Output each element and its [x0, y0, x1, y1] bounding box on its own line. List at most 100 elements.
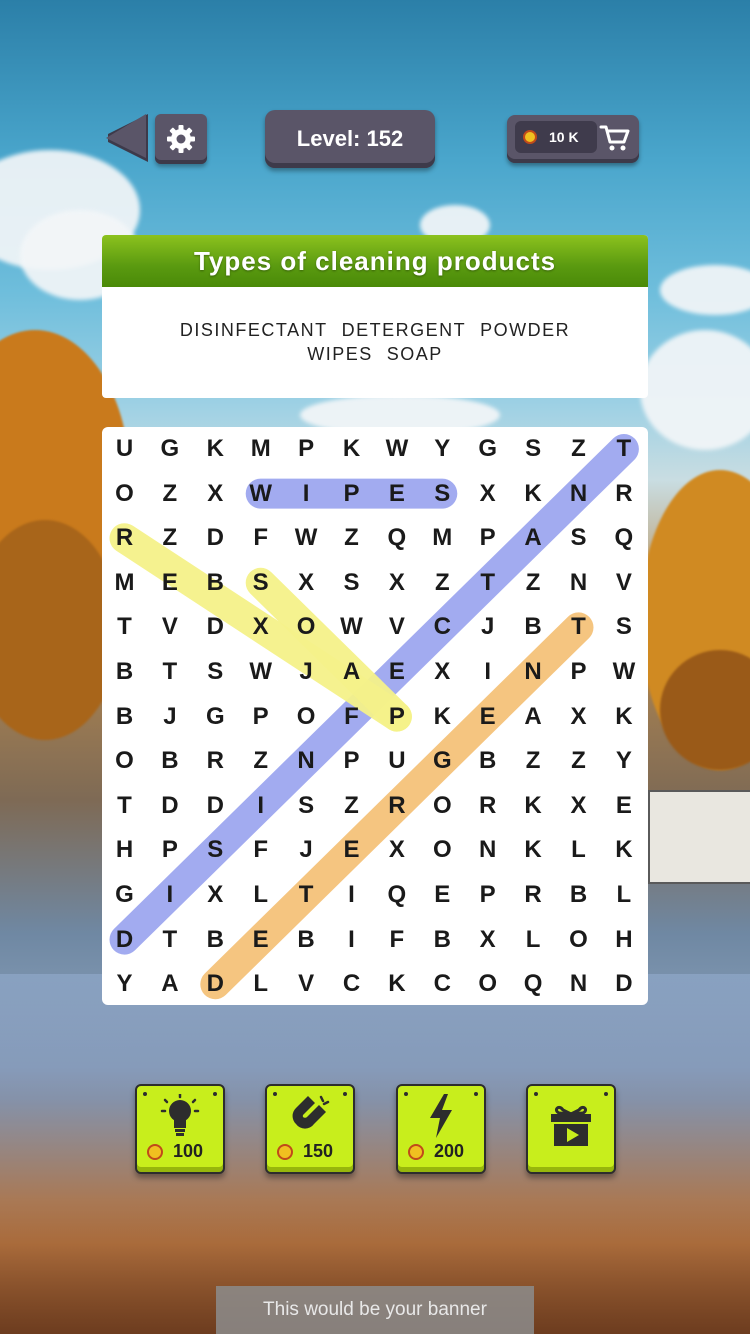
- grid-cell[interactable]: K: [193, 427, 237, 471]
- letter-grid[interactable]: UGKMPKWYGSZTOZXWIPESXKNRRZDFWZQMPASQMEBS…: [102, 427, 648, 1005]
- grid-cell[interactable]: Y: [602, 739, 646, 783]
- grid-cell[interactable]: Q: [375, 873, 419, 917]
- grid-cell[interactable]: M: [420, 516, 464, 560]
- grid-cell[interactable]: Z: [557, 427, 601, 471]
- grid-cell[interactable]: Y: [103, 962, 147, 1006]
- grid-cell[interactable]: P: [330, 472, 374, 516]
- grid-cell[interactable]: S: [557, 516, 601, 560]
- grid-cell[interactable]: T: [466, 561, 510, 605]
- grid-cell[interactable]: Q: [375, 516, 419, 560]
- grid-cell[interactable]: W: [284, 516, 328, 560]
- grid-cell[interactable]: K: [375, 962, 419, 1006]
- grid-cell[interactable]: J: [284, 828, 328, 872]
- grid-cell[interactable]: N: [284, 739, 328, 783]
- grid-cell[interactable]: Y: [420, 427, 464, 471]
- grid-cell[interactable]: K: [602, 828, 646, 872]
- grid-cell[interactable]: Z: [330, 516, 374, 560]
- grid-cell[interactable]: V: [284, 962, 328, 1006]
- grid-cell[interactable]: F: [330, 695, 374, 739]
- grid-cell[interactable]: L: [239, 962, 283, 1006]
- grid-cell[interactable]: B: [103, 650, 147, 694]
- grid-cell[interactable]: Q: [511, 962, 555, 1006]
- grid-cell[interactable]: X: [193, 873, 237, 917]
- cart-icon[interactable]: [599, 123, 631, 153]
- grid-cell[interactable]: V: [148, 605, 192, 649]
- grid-cell[interactable]: P: [466, 516, 510, 560]
- grid-cell[interactable]: V: [602, 561, 646, 605]
- grid-cell[interactable]: I: [330, 873, 374, 917]
- grid-cell[interactable]: P: [375, 695, 419, 739]
- grid-cell[interactable]: O: [420, 828, 464, 872]
- grid-cell[interactable]: W: [602, 650, 646, 694]
- grid-cell[interactable]: D: [193, 605, 237, 649]
- grid-cell[interactable]: I: [330, 918, 374, 962]
- grid-cell[interactable]: R: [375, 784, 419, 828]
- grid-cell[interactable]: Z: [148, 516, 192, 560]
- hint-button[interactable]: 100: [135, 1084, 225, 1174]
- grid-cell[interactable]: O: [103, 739, 147, 783]
- grid-cell[interactable]: N: [557, 962, 601, 1006]
- grid-cell[interactable]: I: [284, 472, 328, 516]
- grid-cell[interactable]: N: [466, 828, 510, 872]
- grid-cell[interactable]: T: [602, 427, 646, 471]
- grid-cell[interactable]: S: [193, 828, 237, 872]
- grid-cell[interactable]: T: [148, 918, 192, 962]
- grid-cell[interactable]: S: [193, 650, 237, 694]
- grid-cell[interactable]: O: [103, 472, 147, 516]
- grid-cell[interactable]: N: [557, 561, 601, 605]
- grid-cell[interactable]: S: [284, 784, 328, 828]
- grid-cell[interactable]: U: [103, 427, 147, 471]
- grid-cell[interactable]: E: [420, 873, 464, 917]
- grid-cell[interactable]: G: [103, 873, 147, 917]
- grid-cell[interactable]: A: [330, 650, 374, 694]
- grid-cell[interactable]: K: [511, 828, 555, 872]
- grid-cell[interactable]: O: [284, 605, 328, 649]
- grid-cell[interactable]: M: [103, 561, 147, 605]
- grid-cell[interactable]: M: [239, 427, 283, 471]
- grid-cell[interactable]: B: [284, 918, 328, 962]
- grid-cell[interactable]: L: [239, 873, 283, 917]
- grid-cell[interactable]: Z: [330, 784, 374, 828]
- grid-cell[interactable]: D: [103, 918, 147, 962]
- grid-cell[interactable]: X: [466, 918, 510, 962]
- grid-cell[interactable]: A: [511, 695, 555, 739]
- grid-cell[interactable]: E: [330, 828, 374, 872]
- grid-cell[interactable]: O: [284, 695, 328, 739]
- grid-cell[interactable]: T: [103, 784, 147, 828]
- grid-cell[interactable]: D: [193, 516, 237, 560]
- grid-cell[interactable]: I: [466, 650, 510, 694]
- grid-cell[interactable]: R: [511, 873, 555, 917]
- grid-cell[interactable]: K: [330, 427, 374, 471]
- grid-cell[interactable]: H: [103, 828, 147, 872]
- grid-cell[interactable]: E: [239, 918, 283, 962]
- grid-cell[interactable]: X: [420, 650, 464, 694]
- grid-cell[interactable]: X: [193, 472, 237, 516]
- grid-cell[interactable]: I: [239, 784, 283, 828]
- grid-cell[interactable]: B: [103, 695, 147, 739]
- grid-cell[interactable]: R: [466, 784, 510, 828]
- grid-cell[interactable]: E: [602, 784, 646, 828]
- grid-cell[interactable]: Q: [602, 516, 646, 560]
- grid-cell[interactable]: T: [148, 650, 192, 694]
- grid-cell[interactable]: W: [375, 427, 419, 471]
- coin-shop[interactable]: 10 K: [507, 115, 639, 163]
- grid-cell[interactable]: B: [148, 739, 192, 783]
- grid-cell[interactable]: I: [148, 873, 192, 917]
- grid-cell[interactable]: A: [511, 516, 555, 560]
- grid-cell[interactable]: Z: [557, 739, 601, 783]
- grid-cell[interactable]: N: [511, 650, 555, 694]
- grid-cell[interactable]: D: [193, 962, 237, 1006]
- grid-cell[interactable]: Z: [511, 739, 555, 783]
- grid-cell[interactable]: E: [148, 561, 192, 605]
- grid-cell[interactable]: N: [557, 472, 601, 516]
- grid-cell[interactable]: Z: [511, 561, 555, 605]
- grid-cell[interactable]: J: [284, 650, 328, 694]
- reward-video-button[interactable]: [526, 1084, 616, 1174]
- grid-cell[interactable]: P: [284, 427, 328, 471]
- grid-cell[interactable]: F: [239, 516, 283, 560]
- back-button[interactable]: [104, 112, 150, 164]
- grid-cell[interactable]: G: [420, 739, 464, 783]
- grid-cell[interactable]: S: [330, 561, 374, 605]
- grid-cell[interactable]: B: [557, 873, 601, 917]
- grid-cell[interactable]: H: [602, 918, 646, 962]
